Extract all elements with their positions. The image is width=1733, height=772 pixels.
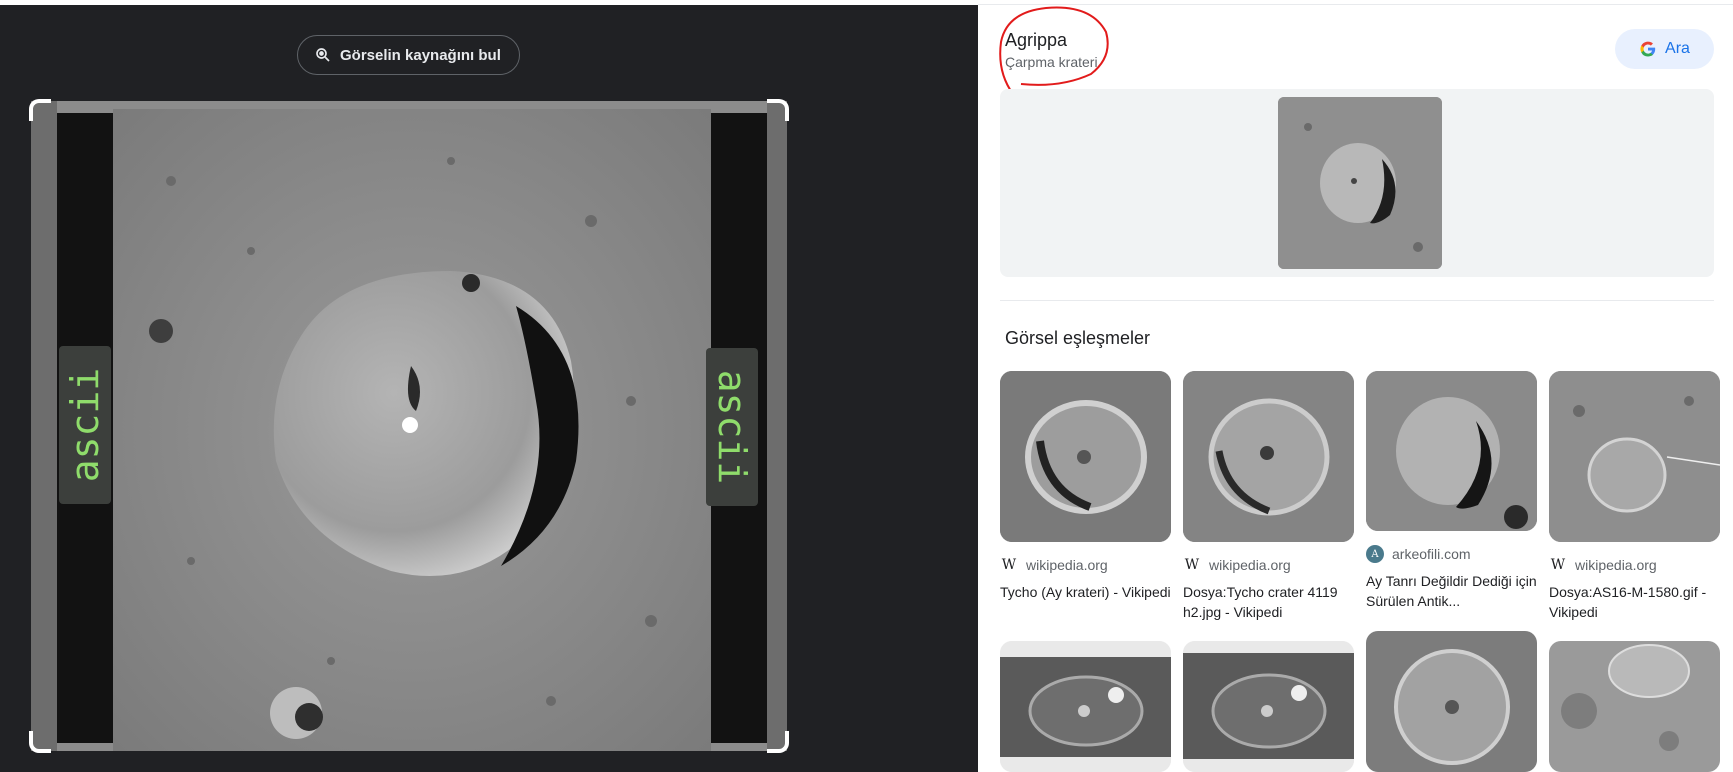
match-title[interactable]: Dosya:AS16-M-1580.gif - Vikipedi (1549, 582, 1720, 622)
match-card[interactable]: W wikipedia.org Dosya:AS16-M-1580.gif - … (1549, 371, 1720, 622)
match-title[interactable]: Dosya:Tycho crater 4119 h2.jpg - Vikiped… (1183, 582, 1354, 622)
entity-title[interactable]: Agrippa (1005, 30, 1067, 51)
image-viewer-panel: Görselin kaynağını bul ascii ascii (0, 0, 978, 772)
match-thumbnail[interactable] (1549, 371, 1720, 542)
ascii-watermark-right: ascii (706, 348, 758, 506)
google-g-icon (1640, 41, 1656, 57)
match-source[interactable]: wikipedia.org (1026, 557, 1108, 573)
top-divider (978, 4, 1733, 5)
match-card[interactable]: A arkeofili.com Ay Tanrı Değildir Dediği… (1366, 371, 1537, 611)
find-image-source-label: Görselin kaynağını bul (340, 46, 501, 64)
ascii-watermark-left: ascii (59, 346, 111, 504)
find-image-source-button[interactable]: Görselin kaynağını bul (297, 35, 520, 75)
ascii-watermark-left-text: ascii (63, 367, 108, 483)
hand-drawn-red-circle-annotation (999, 6, 1109, 95)
entity-thumbnail[interactable] (1278, 97, 1442, 269)
crop-handle-bottom-right[interactable] (767, 731, 789, 753)
ascii-watermark-right-text: ascii (710, 369, 755, 485)
results-panel: Agrippa Çarpma krateri Ara Görsel eşleşm… (978, 0, 1733, 772)
wikipedia-icon: W (1001, 557, 1017, 573)
crop-handle-bottom-left[interactable] (29, 731, 51, 753)
match-thumbnail[interactable] (1366, 371, 1537, 531)
match-source[interactable]: arkeofili.com (1392, 546, 1471, 562)
entity-subtitle: Çarpma krateri (1005, 54, 1098, 70)
google-search-button[interactable]: Ara (1615, 29, 1714, 69)
match-thumbnail[interactable] (1549, 641, 1720, 772)
match-card[interactable]: W wikipedia.org Tycho (Ay krateri) - Vik… (1000, 371, 1171, 602)
section-divider (1000, 300, 1714, 301)
top-strip (0, 0, 978, 5)
google-search-label: Ara (1665, 40, 1690, 57)
match-thumbnail[interactable] (1366, 631, 1537, 772)
match-source[interactable]: wikipedia.org (1209, 557, 1291, 573)
crop-handle-top-right[interactable] (767, 99, 789, 121)
lens-search-icon (316, 48, 330, 62)
entity-image-box (1000, 89, 1714, 277)
visual-matches-heading: Görsel eşleşmeler (1005, 328, 1151, 348)
match-thumbnail[interactable] (1000, 641, 1171, 772)
match-title[interactable]: Ay Tanrı Değildir Dediği için Sürülen An… (1366, 571, 1537, 611)
focus-point-dot[interactable] (402, 417, 418, 433)
match-source[interactable]: wikipedia.org (1575, 557, 1657, 573)
selected-image-crop[interactable]: ascii ascii (29, 99, 789, 753)
match-thumbnail[interactable] (1183, 371, 1354, 542)
crop-handle-top-left[interactable] (29, 99, 51, 121)
match-thumbnail[interactable] (1183, 641, 1354, 772)
wikipedia-icon: W (1550, 557, 1566, 573)
arkeofili-icon: A (1366, 545, 1384, 563)
match-card[interactable]: W wikipedia.org Dosya:Tycho crater 4119 … (1183, 371, 1354, 622)
wikipedia-icon: W (1184, 557, 1200, 573)
match-title[interactable]: Tycho (Ay krateri) - Vikipedi (1000, 582, 1171, 602)
match-thumbnail[interactable] (1000, 371, 1171, 542)
